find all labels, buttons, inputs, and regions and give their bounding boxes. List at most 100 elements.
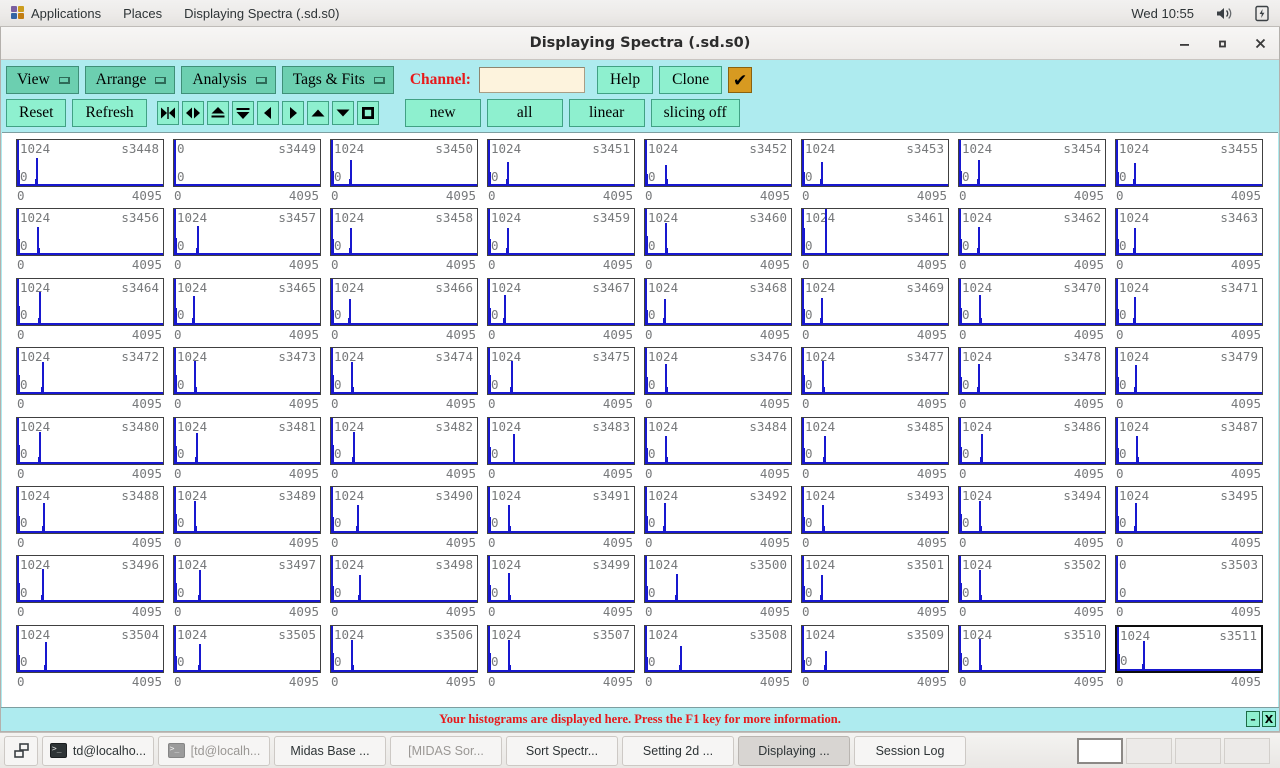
workspace-button[interactable]	[1175, 737, 1221, 764]
spectrum-cell[interactable]: 1024 0 s3478 0 4095	[958, 347, 1115, 416]
spectrum-plot[interactable]: 1024 0 s3497	[173, 555, 321, 604]
reset-button[interactable]: Reset	[6, 99, 67, 127]
spectrum-plot[interactable]: 1024 0 s3477	[801, 347, 949, 396]
taskbar-task[interactable]: Setting 2d ...	[622, 735, 734, 766]
spectrum-plot[interactable]: 1024 0 s3476	[644, 347, 792, 396]
spectrum-cell[interactable]: 1024 0 s3483 0 4095	[487, 416, 644, 486]
spectrum-plot[interactable]: 1024 0 s3511	[1115, 624, 1263, 673]
spectrum-plot[interactable]: 1024 0 s3451	[487, 139, 635, 187]
spectrum-plot[interactable]: 1024 0 s3484	[644, 416, 792, 465]
spectrum-cell[interactable]: 1024 0 s3470 0 4095	[958, 277, 1115, 347]
spectrum-cell[interactable]: 1024 0 s3506 0 4095	[330, 624, 487, 694]
double-up-icon[interactable]	[206, 101, 229, 125]
spectrum-cell[interactable]: 1024 0 s3448 0 4095	[16, 139, 173, 208]
up-arrow-icon[interactable]	[306, 101, 329, 125]
status-minimize-button[interactable]: –	[1246, 711, 1260, 727]
spectrum-plot[interactable]: 1024 0 s3509	[801, 624, 949, 673]
spectrum-plot[interactable]: 1024 0 s3454	[958, 139, 1106, 187]
spectrum-plot[interactable]: 1024 0 s3480	[16, 416, 164, 465]
spectrum-plot[interactable]: 1024 0 s3462	[958, 208, 1106, 257]
spectrum-cell[interactable]: 1024 0 s3488 0 4095	[16, 485, 173, 555]
mode-linear-button[interactable]: linear	[568, 99, 645, 127]
spectrum-plot[interactable]: 1024 0 s3470	[958, 277, 1106, 326]
mode-slicing-button[interactable]: slicing off	[650, 99, 740, 127]
spectrum-cell[interactable]: 1024 0 s3505 0 4095	[173, 624, 330, 694]
spectrum-cell[interactable]: 1024 0 s3511 0 4095	[1115, 624, 1272, 694]
spectrum-cell[interactable]: 1024 0 s3495 0 4095	[1115, 485, 1272, 555]
workspace-button[interactable]	[1126, 737, 1172, 764]
double-down-icon[interactable]	[231, 101, 254, 125]
spectrum-cell[interactable]: 1024 0 s3480 0 4095	[16, 416, 173, 486]
spectrum-cell[interactable]: 1024 0 s3510 0 4095	[958, 624, 1115, 694]
spectrum-cell[interactable]: 1024 0 s3499 0 4095	[487, 555, 644, 624]
panel-window-title[interactable]: Displaying Spectra (.sd.s0)	[173, 0, 350, 27]
spectrum-plot[interactable]: 1024 0 s3450	[330, 139, 478, 187]
spectrum-plot[interactable]: 1024 0 s3501	[801, 555, 949, 604]
spectrum-plot[interactable]: 1024 0 s3499	[487, 555, 635, 604]
panel-clock[interactable]: Wed 10:55	[1120, 0, 1205, 27]
taskbar-task[interactable]: >_ [td@localh...	[158, 735, 270, 766]
close-button[interactable]	[1251, 34, 1269, 52]
spectrum-plot[interactable]: 1024 0 s3490	[330, 485, 478, 534]
spectrum-plot[interactable]: 1024 0 s3452	[644, 139, 792, 187]
spectrum-plot[interactable]: 1024 0 s3488	[16, 485, 164, 534]
mode-new-button[interactable]: new	[404, 99, 481, 127]
spectrum-cell[interactable]: 1024 0 s3452 0 4095	[644, 139, 801, 208]
spectrum-cell[interactable]: 1024 0 s3482 0 4095	[330, 416, 487, 486]
spectrum-plot[interactable]: 1024 0 s3481	[173, 416, 321, 465]
spectrum-cell[interactable]: 1024 0 s3500 0 4095	[644, 555, 801, 624]
spectrum-cell[interactable]: 0 0 s3449 0 4095	[173, 139, 330, 208]
spectrum-plot[interactable]: 1024 0 s3479	[1115, 347, 1263, 396]
right-arrow-icon[interactable]	[281, 101, 304, 125]
workspace-button[interactable]	[1224, 737, 1270, 764]
spectrum-plot[interactable]: 1024 0 s3469	[801, 277, 949, 326]
taskbar-task[interactable]: Sort Spectr...	[506, 735, 618, 766]
spectrum-cell[interactable]: 1024 0 s3492 0 4095	[644, 485, 801, 555]
checkbox-toggle[interactable]: ✔	[728, 67, 753, 93]
spectrum-cell[interactable]: 1024 0 s3471 0 4095	[1115, 277, 1272, 347]
spectrum-plot[interactable]: 0 0 s3503	[1115, 555, 1263, 604]
spectrum-cell[interactable]: 1024 0 s3465 0 4095	[173, 277, 330, 347]
spectrum-plot[interactable]: 1024 0 s3489	[173, 485, 321, 534]
spectrum-cell[interactable]: 1024 0 s3475 0 4095	[487, 347, 644, 416]
spectrum-plot[interactable]: 1024 0 s3473	[173, 347, 321, 396]
workspace-button[interactable]	[1077, 737, 1123, 764]
spectrum-plot[interactable]: 1024 0 s3491	[487, 485, 635, 534]
spectrum-plot[interactable]: 1024 0 s3448	[16, 139, 164, 187]
spectrum-cell[interactable]: 1024 0 s3494 0 4095	[958, 485, 1115, 555]
spectrum-plot[interactable]: 1024 0 s3466	[330, 277, 478, 326]
taskbar-task[interactable]: [MIDAS Sor...	[390, 735, 502, 766]
applications-menu[interactable]: Applications	[0, 0, 112, 27]
spectrum-cell[interactable]: 1024 0 s3461 0 4095	[801, 208, 958, 277]
spectrum-plot[interactable]: 1024 0 s3475	[487, 347, 635, 396]
spectrum-cell[interactable]: 1024 0 s3466 0 4095	[330, 277, 487, 347]
spectrum-cell[interactable]: 1024 0 s3487 0 4095	[1115, 416, 1272, 486]
spectrum-cell[interactable]: 1024 0 s3473 0 4095	[173, 347, 330, 416]
spectrum-plot[interactable]: 1024 0 s3504	[16, 624, 164, 673]
spectrum-cell[interactable]: 1024 0 s3479 0 4095	[1115, 347, 1272, 416]
spectrum-plot[interactable]: 1024 0 s3486	[958, 416, 1106, 465]
collapse-horizontal-icon[interactable]	[156, 101, 179, 125]
spectrum-plot[interactable]: 1024 0 s3474	[330, 347, 478, 396]
places-menu[interactable]: Places	[112, 0, 173, 27]
spectrum-cell[interactable]: 1024 0 s3493 0 4095	[801, 485, 958, 555]
spectrum-plot[interactable]: 1024 0 s3456	[16, 208, 164, 257]
spectrum-plot[interactable]: 1024 0 s3453	[801, 139, 949, 187]
spectrum-cell[interactable]: 1024 0 s3460 0 4095	[644, 208, 801, 277]
clone-button[interactable]: Clone	[659, 66, 723, 94]
spectrum-plot[interactable]: 1024 0 s3492	[644, 485, 792, 534]
spectrum-cell[interactable]: 1024 0 s3456 0 4095	[16, 208, 173, 277]
spectrum-cell[interactable]: 1024 0 s3454 0 4095	[958, 139, 1115, 208]
menu-tags-and-fits[interactable]: Tags & Fits	[281, 66, 394, 94]
spectrum-cell[interactable]: 1024 0 s3485 0 4095	[801, 416, 958, 486]
battery-icon[interactable]	[1244, 0, 1280, 27]
spectrum-cell[interactable]: 1024 0 s3450 0 4095	[330, 139, 487, 208]
minimize-button[interactable]	[1175, 34, 1193, 52]
spectrum-plot[interactable]: 1024 0 s3496	[16, 555, 164, 604]
menu-view[interactable]: View	[6, 66, 79, 94]
maximize-button[interactable]	[1213, 34, 1231, 52]
menu-analysis[interactable]: Analysis	[181, 66, 276, 94]
spectrum-plot[interactable]: 1024 0 s3457	[173, 208, 321, 257]
spectrum-cell[interactable]: 1024 0 s3451 0 4095	[487, 139, 644, 208]
menu-arrange[interactable]: Arrange	[84, 66, 176, 94]
